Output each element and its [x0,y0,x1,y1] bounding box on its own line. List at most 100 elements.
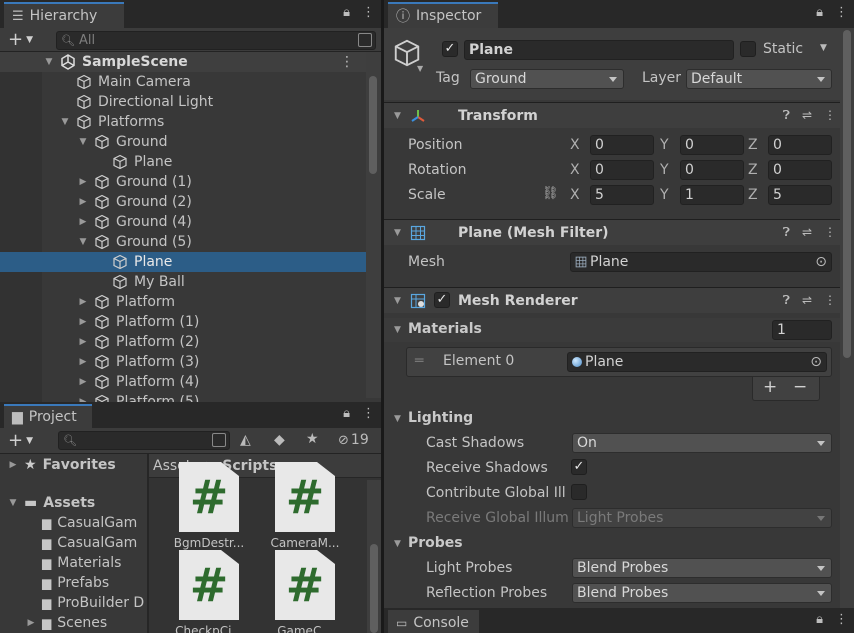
collapse-arrow-icon[interactable]: ▶ [76,337,90,347]
tab-project[interactable]: ▆ Project [4,404,92,428]
static-checkbox[interactable] [740,41,756,57]
rotation-y-label[interactable]: Y [660,162,669,178]
presets-icon[interactable]: ⇌ [802,225,812,240]
hierarchy-item[interactable]: ▶ Ground (2) [0,192,366,212]
lock-icon[interactable]: 🔒︎ [816,5,823,20]
materials-header[interactable]: ▼ Materials 1 [384,318,844,342]
scale-y-label[interactable]: Y [660,187,669,203]
tag-dropdown[interactable]: Ground [470,69,624,89]
constrain-proportions-icon[interactable]: ⛓︎ [542,186,559,201]
scale-z-label[interactable]: Z [748,187,758,203]
help-icon[interactable]: ❓︎ [783,293,790,308]
lock-icon[interactable]: 🔒︎ [343,406,350,421]
collapse-arrow-icon[interactable]: ▶ [76,377,90,387]
mesh-object-field[interactable]: Plane ⊙ [570,252,832,272]
expand-arrow-icon[interactable]: ▼ [42,57,56,67]
hierarchy-item[interactable]: ▶ Platform (5) [0,392,366,402]
collapse-arrow-icon[interactable]: ▶ [24,618,38,628]
mesh-renderer-enabled-checkbox[interactable]: ✓ [434,292,450,308]
hierarchy-item[interactable]: ▼ Ground (5) [0,232,366,252]
rotation-x-label[interactable]: X [570,162,580,178]
collapse-arrow-icon[interactable]: ▶ [76,197,90,207]
inspector-scroll-thumb[interactable] [843,30,851,358]
fold-arrow-icon[interactable]: ▼ [394,111,401,121]
assets-root-row[interactable]: ▼ ▬ Assets [0,493,96,513]
more-icon[interactable]: ⋮ [362,5,375,20]
expand-arrow-icon[interactable]: ▼ [6,498,20,508]
hierarchy-item[interactable]: ▶ Platform (4) [0,372,366,392]
rotation-y-field[interactable]: 0 [680,160,744,180]
hidden-packages-icon[interactable]: ⊘ 19 [338,432,369,448]
hierarchy-item[interactable]: ▶ Platform (3) [0,352,366,372]
add-object-button[interactable]: + ▼ [8,29,33,50]
collapse-arrow-icon[interactable]: ▶ [76,217,90,227]
hierarchy-item[interactable]: ▶ Platform (2) [0,332,366,352]
filter-by-type-icon[interactable]: ◭ [240,432,251,448]
position-z-field[interactable]: 0 [768,135,832,155]
lock-icon[interactable]: 🔒︎ [343,5,350,20]
expand-arrow-icon[interactable]: ▼ [58,117,72,127]
project-scrollbar[interactable] [367,480,381,633]
lighting-fold-arrow-icon[interactable]: ▼ [394,414,401,424]
collapse-arrow-icon[interactable]: ▶ [76,177,90,187]
contribute-gi-checkbox[interactable] [571,484,587,500]
material-object-field[interactable]: Plane ⊙ [567,352,827,372]
scene-menu-icon[interactable]: ⋮ [340,54,354,70]
script-asset[interactable]: # BgmDestr... [161,462,247,552]
hierarchy-item[interactable]: Directional Light [0,92,366,112]
component-menu-icon[interactable]: ⋮ [824,225,836,240]
probes-fold-arrow-icon[interactable]: ▼ [394,539,401,549]
probes-label[interactable]: Probes [408,535,463,551]
object-name-field[interactable]: Plane [464,40,734,60]
scale-z-field[interactable]: 5 [768,185,832,205]
hierarchy-item[interactable]: My Ball [0,272,366,292]
position-y-label[interactable]: Y [660,137,669,153]
project-folder-item[interactable]: ▶ ▆ Scenes [0,613,108,633]
object-picker-icon[interactable]: ⊙ [810,354,822,370]
position-x-field[interactable]: 0 [590,135,654,155]
hierarchy-item[interactable]: ▶ Ground (1) [0,172,366,192]
inspector-scrollbar[interactable] [840,28,854,608]
receive-shadows-checkbox[interactable]: ✓ [571,459,587,475]
expand-arrow-icon[interactable]: ▼ [76,137,90,147]
layer-dropdown[interactable]: Default [686,69,832,89]
materials-count-field[interactable]: 1 [772,320,832,340]
hierarchy-search-input[interactable]: 🔍︎ All [56,31,376,50]
hierarchy-item[interactable]: Plane [0,252,366,272]
more-icon[interactable]: ⋮ [835,5,848,20]
project-folder-item[interactable]: ▆ CasualGam [0,533,137,553]
help-icon[interactable]: ❓︎ [783,108,790,123]
fold-arrow-icon[interactable]: ▼ [394,228,401,238]
collapse-arrow-icon[interactable]: ▶ [76,357,90,367]
light-probes-dropdown[interactable]: Blend Probes [572,558,832,578]
expand-search-icon[interactable] [212,433,226,447]
favorites-star-icon[interactable]: ★ [306,431,319,447]
help-icon[interactable]: ❓︎ [783,225,790,240]
rotation-x-field[interactable]: 0 [590,160,654,180]
fold-arrow-icon[interactable]: ▼ [394,296,401,306]
position-x-label[interactable]: X [570,137,580,153]
project-folder-item[interactable]: ▆ ProBuilder D [0,593,144,613]
mesh-filter-header[interactable]: ▼ Plane (Mesh Filter) ❓︎ ⇌ ⋮ [384,219,844,245]
lighting-label[interactable]: Lighting [408,410,473,426]
rotation-z-label[interactable]: Z [748,162,758,178]
add-element-button[interactable]: + [763,377,777,397]
scale-x-field[interactable]: 5 [590,185,654,205]
scale-y-field[interactable]: 1 [680,185,744,205]
object-picker-icon[interactable]: ⊙ [815,254,827,270]
position-z-label[interactable]: Z [748,137,758,153]
scale-x-label[interactable]: X [570,187,580,203]
script-asset[interactable]: # CheckpCi... [161,550,247,633]
project-folder-item[interactable]: ▆ Materials [0,553,121,573]
hierarchy-item[interactable]: Plane [0,152,366,172]
reflection-probes-dropdown[interactable]: Blend Probes [572,583,832,603]
lock-icon[interactable]: 🔒︎ [816,612,823,627]
tab-hierarchy[interactable]: ☰ Hierarchy [4,2,124,28]
hierarchy-item[interactable]: ▼ Ground [0,132,366,152]
component-menu-icon[interactable]: ⋮ [824,108,836,123]
expand-arrow-icon[interactable]: ▼ [76,237,90,247]
tab-console[interactable]: ▭ Console [388,610,479,633]
icon-dropdown-caret[interactable]: ▼ [417,64,423,73]
project-folder-item[interactable]: ▆ Prefabs [0,573,109,593]
rotation-z-field[interactable]: 0 [768,160,832,180]
